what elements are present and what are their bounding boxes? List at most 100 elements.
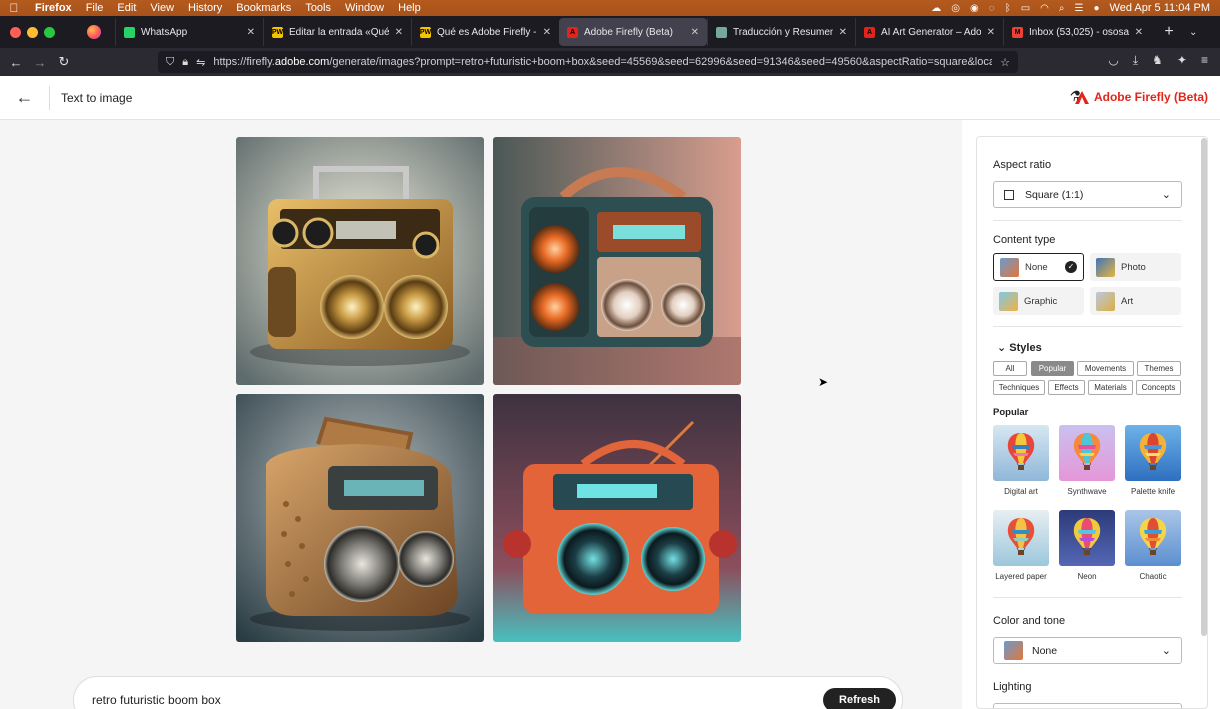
style-tab-all[interactable]: All bbox=[993, 361, 1027, 376]
browser-tab[interactable]: PW Editar la entrada «Qué es Adobe ✕ bbox=[263, 18, 411, 46]
zoom-window-icon[interactable] bbox=[44, 26, 55, 38]
bookmark-star-icon[interactable]: ☆ bbox=[1000, 56, 1010, 69]
menu-history[interactable]: History bbox=[181, 2, 229, 14]
style-card[interactable]: Layered paper bbox=[993, 510, 1049, 581]
cloud-icon[interactable]: ☁ bbox=[931, 3, 941, 14]
new-tab-icon[interactable]: + bbox=[1159, 23, 1179, 41]
browser-tab[interactable]: WhatsApp ✕ bbox=[115, 18, 263, 46]
style-card[interactable]: Chaotic bbox=[1125, 510, 1181, 581]
style-card[interactable]: Palette knife bbox=[1125, 425, 1181, 496]
style-tab-materials[interactable]: Materials bbox=[1088, 380, 1133, 395]
battery-icon[interactable]: ▭ bbox=[1021, 3, 1030, 14]
menu-file[interactable]: File bbox=[79, 2, 111, 14]
styles-toggle[interactable]: ⌄ Styles bbox=[997, 341, 1042, 354]
menu-help[interactable]: Help bbox=[391, 2, 428, 14]
browser-tab[interactable]: PW Qué es Adobe Firefly - Publicidad ✕ bbox=[411, 18, 559, 46]
bluetooth-icon[interactable]: ᛒ bbox=[1005, 3, 1011, 14]
tracking-shield-icon[interactable]: ⛉ bbox=[166, 56, 174, 69]
airdrop-icon[interactable]: ◌ bbox=[989, 3, 995, 14]
apple-icon[interactable]:  bbox=[0, 1, 28, 15]
mouse-cursor-icon: ➤ bbox=[818, 375, 829, 389]
adobe-logo-icon bbox=[1074, 90, 1089, 104]
close-tab-icon[interactable]: ✕ bbox=[247, 27, 255, 38]
style-tab-movements[interactable]: Movements bbox=[1077, 361, 1134, 376]
style-tab-concepts[interactable]: Concepts bbox=[1136, 380, 1181, 395]
menu-bookmarks[interactable]: Bookmarks bbox=[229, 2, 298, 14]
close-tab-icon[interactable]: ✕ bbox=[1135, 27, 1143, 38]
minimize-window-icon[interactable] bbox=[27, 26, 38, 38]
forward-icon[interactable]: → bbox=[28, 55, 52, 70]
pocket-icon[interactable]: ◡ bbox=[1108, 53, 1118, 68]
style-tab-effects[interactable]: Effects bbox=[1048, 380, 1085, 395]
generated-image-2[interactable] bbox=[493, 137, 741, 385]
refresh-button[interactable]: Refresh bbox=[823, 688, 896, 709]
extension-fox-icon[interactable]: ♞ bbox=[1152, 53, 1163, 68]
style-card[interactable]: Neon bbox=[1059, 510, 1115, 581]
content-type-none[interactable]: None ✓ bbox=[993, 253, 1084, 281]
generated-image-3[interactable] bbox=[236, 394, 484, 642]
aspect-ratio-heading: Aspect ratio bbox=[993, 159, 1052, 171]
browser-tab[interactable]: A AI Art Generator – Adobe Firefly ✕ bbox=[855, 18, 1003, 46]
prompt-input[interactable]: retro futuristic boom box bbox=[92, 693, 823, 707]
tab-label: Adobe Firefly (Beta) bbox=[584, 26, 673, 38]
menu-edit[interactable]: Edit bbox=[110, 2, 143, 14]
permissions-icon[interactable]: ⇋ bbox=[196, 56, 205, 69]
style-tab-popular[interactable]: Popular bbox=[1031, 361, 1074, 376]
panel-scrollbar[interactable] bbox=[1200, 136, 1208, 636]
control-center-icon[interactable]: ☰ bbox=[1075, 3, 1084, 14]
close-tab-icon[interactable]: ✕ bbox=[839, 27, 847, 38]
color-tone-select[interactable]: None ⌄ bbox=[993, 637, 1182, 664]
style-tab-themes[interactable]: Themes bbox=[1137, 361, 1181, 376]
downloads-icon[interactable]: ⤓ bbox=[1133, 53, 1138, 68]
scrollbar-thumb[interactable] bbox=[1201, 138, 1207, 636]
tab-favicon-icon bbox=[124, 26, 135, 38]
back-arrow-icon[interactable]: ← bbox=[0, 85, 50, 110]
close-tab-icon[interactable]: ✕ bbox=[691, 27, 699, 38]
content-type-photo[interactable]: Photo bbox=[1090, 253, 1181, 281]
style-card[interactable]: Synthwave bbox=[1059, 425, 1115, 496]
aspect-ratio-select[interactable]: Square (1:1) ⌄ bbox=[993, 181, 1182, 208]
generated-image-1[interactable] bbox=[236, 137, 484, 385]
menu-app[interactable]: Firefox bbox=[28, 2, 79, 14]
siri-icon[interactable]: ● bbox=[1093, 3, 1099, 14]
brand-logo[interactable]: Adobe Firefly (Beta) bbox=[1074, 90, 1208, 104]
content-type-label: None bbox=[1025, 261, 1048, 273]
extensions-icon[interactable]: ✦ bbox=[1177, 53, 1187, 68]
menu-view[interactable]: View bbox=[143, 2, 181, 14]
browser-tab[interactable]: M Inbox (53,025) - ososam@gmail ✕ bbox=[1003, 18, 1151, 46]
close-tab-icon[interactable]: ✕ bbox=[543, 27, 551, 38]
menu-window[interactable]: Window bbox=[338, 2, 391, 14]
aspect-ratio-value: Square (1:1) bbox=[1025, 188, 1084, 201]
close-window-icon[interactable] bbox=[10, 26, 21, 38]
macos-menubar:  Firefox File Edit View History Bookmar… bbox=[0, 0, 1220, 16]
lock-icon[interactable]: 🔒︎ bbox=[182, 56, 188, 69]
browser-tab[interactable]: A Adobe Firefly (Beta) ✕ bbox=[559, 18, 707, 46]
tab-label: Qué es Adobe Firefly - Publicidad bbox=[437, 26, 537, 38]
toolbar-extensions: ◡ ⤓ ♞ ✦ ≡ bbox=[1108, 53, 1208, 68]
close-tab-icon[interactable]: ✕ bbox=[987, 27, 995, 38]
browser-tab[interactable]: Traducción y Resumen ✕ bbox=[707, 18, 855, 46]
creative-cloud-icon[interactable]: ◎ bbox=[951, 3, 960, 14]
generated-image-4[interactable] bbox=[493, 394, 741, 642]
url-text[interactable]: https://firefly.adobe.com/generate/image… bbox=[213, 56, 992, 68]
menubar-clock[interactable]: Wed Apr 5 11:04 PM bbox=[1110, 2, 1210, 14]
url-bar[interactable]: ⛉ 🔒︎ ⇋ https://firefly.adobe.com/generat… bbox=[158, 51, 1018, 73]
wifi-icon[interactable]: ◠ bbox=[1040, 3, 1049, 14]
content-type-art[interactable]: Art bbox=[1090, 287, 1181, 315]
hot-air-balloon-image bbox=[1059, 425, 1115, 481]
app-menu-icon[interactable]: ≡ bbox=[1201, 53, 1208, 68]
boombox-neon-image bbox=[493, 394, 741, 642]
content-type-graphic[interactable]: Graphic bbox=[993, 287, 1084, 315]
style-card[interactable]: Digital art bbox=[993, 425, 1049, 496]
close-tab-icon[interactable]: ✕ bbox=[395, 27, 403, 38]
list-all-tabs-icon[interactable]: ⌄ bbox=[1189, 27, 1197, 38]
spotlight-icon[interactable]: ⌕ bbox=[1059, 3, 1065, 14]
reload-icon[interactable]: ↻ bbox=[52, 54, 76, 70]
lighting-select[interactable] bbox=[993, 703, 1182, 708]
menu-tools[interactable]: Tools bbox=[298, 2, 338, 14]
style-tab-techniques[interactable]: Techniques bbox=[993, 380, 1045, 395]
style-label: Chaotic bbox=[1139, 572, 1167, 581]
sync-icon[interactable]: ◉ bbox=[970, 3, 979, 14]
firefox-view-icon[interactable] bbox=[87, 25, 101, 39]
back-icon[interactable]: ← bbox=[4, 55, 28, 70]
